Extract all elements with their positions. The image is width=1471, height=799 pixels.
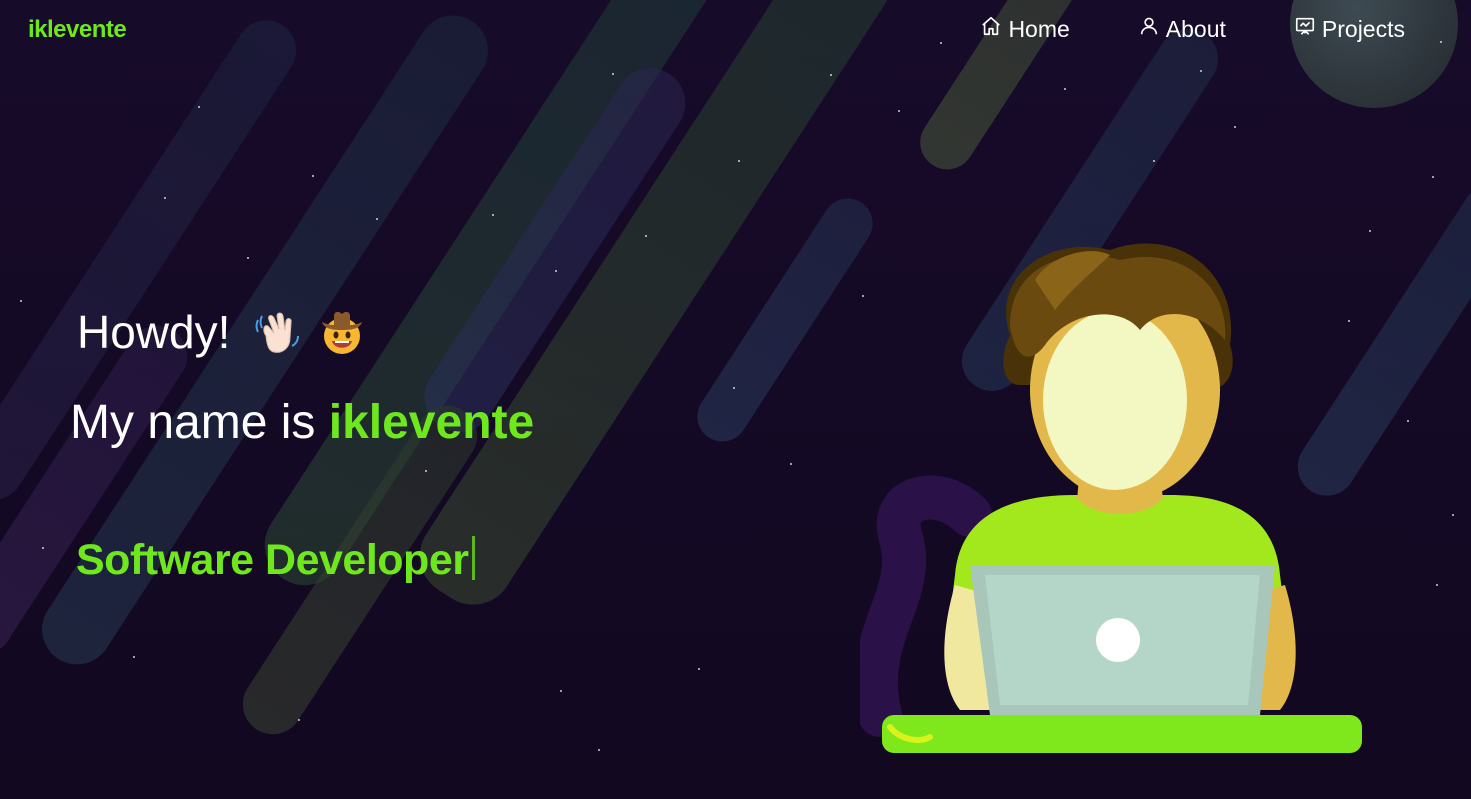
- intro-prefix: My name is: [70, 396, 329, 449]
- nav-label-about: About: [1165, 15, 1226, 42]
- home-icon: [980, 15, 1002, 43]
- typing-cursor: [472, 536, 476, 580]
- role-typewriter: Software Developer: [76, 536, 476, 585]
- user-icon: [1138, 15, 1160, 43]
- projects-icon: [1294, 15, 1316, 43]
- site-logo[interactable]: iklevente: [28, 16, 127, 44]
- nav-label-home: Home: [1008, 15, 1070, 42]
- developer-illustration: [860, 243, 1362, 753]
- greeting-text: Howdy!: [77, 306, 231, 358]
- main-nav: Home About Projects: [980, 12, 1405, 46]
- greeting: Howdy!: [77, 305, 368, 359]
- hero-section: iklevente Home About Projects Howdy! My …: [0, 0, 1471, 799]
- nav-item-about[interactable]: About: [1138, 12, 1226, 46]
- role-text: Software Developer: [76, 536, 469, 584]
- waving-hand-icon: [255, 312, 300, 353]
- intro-name: iklevente: [328, 396, 535, 449]
- nav-item-home[interactable]: Home: [980, 12, 1070, 46]
- cowboy-face-icon: [322, 311, 363, 354]
- nav-label-projects: Projects: [1321, 15, 1405, 42]
- greeting-emojis: [252, 306, 368, 358]
- intro-heading: My name is iklevente: [70, 395, 534, 450]
- nav-item-projects[interactable]: Projects: [1294, 12, 1405, 46]
